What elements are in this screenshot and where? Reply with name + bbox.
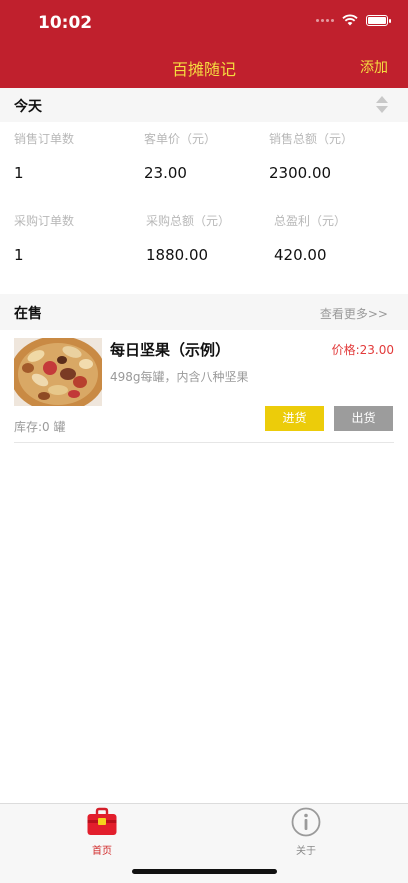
stat-purchase-total: 采购总额（元） 1880.00 <box>146 212 230 264</box>
sort-icon[interactable] <box>376 96 388 114</box>
today-section-header[interactable]: 今天 <box>0 88 408 122</box>
status-time: 10:02 <box>38 13 93 33</box>
stat-value: 1 <box>14 246 24 264</box>
tab-label: 首页 <box>92 846 112 857</box>
battery-icon <box>366 14 391 26</box>
sell-button[interactable]: 出货 <box>334 406 393 431</box>
stat-value: 1880.00 <box>146 246 209 264</box>
tab-label: 关于 <box>296 846 316 857</box>
navigation-bar: 百摊随记 添加 <box>0 44 408 88</box>
page-title: 百摊随记 <box>171 60 236 79</box>
briefcase-icon <box>87 807 117 835</box>
stat-label: 客单价（元） <box>144 132 217 146</box>
stat-purchase-orders: 采购订单数 1 <box>14 212 74 264</box>
stat-total-profit: 总盈利（元） 420.00 <box>274 212 346 264</box>
product-image <box>14 338 102 406</box>
view-more-link[interactable]: 查看更多>> <box>320 305 388 322</box>
tab-home[interactable]: 首页 <box>72 807 132 857</box>
add-button[interactable]: 添加 <box>360 57 388 77</box>
stat-label: 总盈利（元） <box>274 214 347 228</box>
product-stock: 库存:0 罐 <box>14 420 66 434</box>
stat-value: 420.00 <box>274 246 327 264</box>
product-description: 498g每罐，内含八种坚果 <box>110 370 249 384</box>
stat-value: 23.00 <box>144 164 187 182</box>
home-indicator[interactable] <box>132 869 277 874</box>
stat-average-price: 客单价（元） 23.00 <box>144 130 216 182</box>
wifi-icon <box>342 14 358 26</box>
stat-label: 销售总额（元） <box>269 132 354 146</box>
stat-value: 2300.00 <box>269 164 332 182</box>
today-label: 今天 <box>14 99 42 115</box>
on-sale-section-header: 在售 查看更多>> <box>0 294 408 330</box>
stat-label: 采购订单数 <box>14 214 75 228</box>
signal-icon <box>316 18 334 22</box>
product-name: 每日坚果（示例） <box>110 341 231 359</box>
stat-sales-orders: 销售订单数 1 <box>14 130 74 182</box>
stat-value: 1 <box>14 164 24 182</box>
restock-button[interactable]: 进货 <box>265 406 324 431</box>
tab-about[interactable]: 关于 <box>276 807 336 857</box>
info-icon <box>291 807 321 837</box>
product-price: 价格:23.00 <box>331 343 394 357</box>
product-item[interactable]: 每日坚果（示例） 价格:23.00 498g每罐，内含八种坚果 库存:0 罐 进… <box>14 338 394 443</box>
stat-label: 销售订单数 <box>14 132 75 146</box>
on-sale-label: 在售 <box>14 306 42 322</box>
stat-label: 采购总额（元） <box>146 214 231 228</box>
status-icons <box>316 14 391 26</box>
stat-sales-total: 销售总额（元） 2300.00 <box>269 130 353 182</box>
status-bar: 10:02 <box>0 0 408 44</box>
